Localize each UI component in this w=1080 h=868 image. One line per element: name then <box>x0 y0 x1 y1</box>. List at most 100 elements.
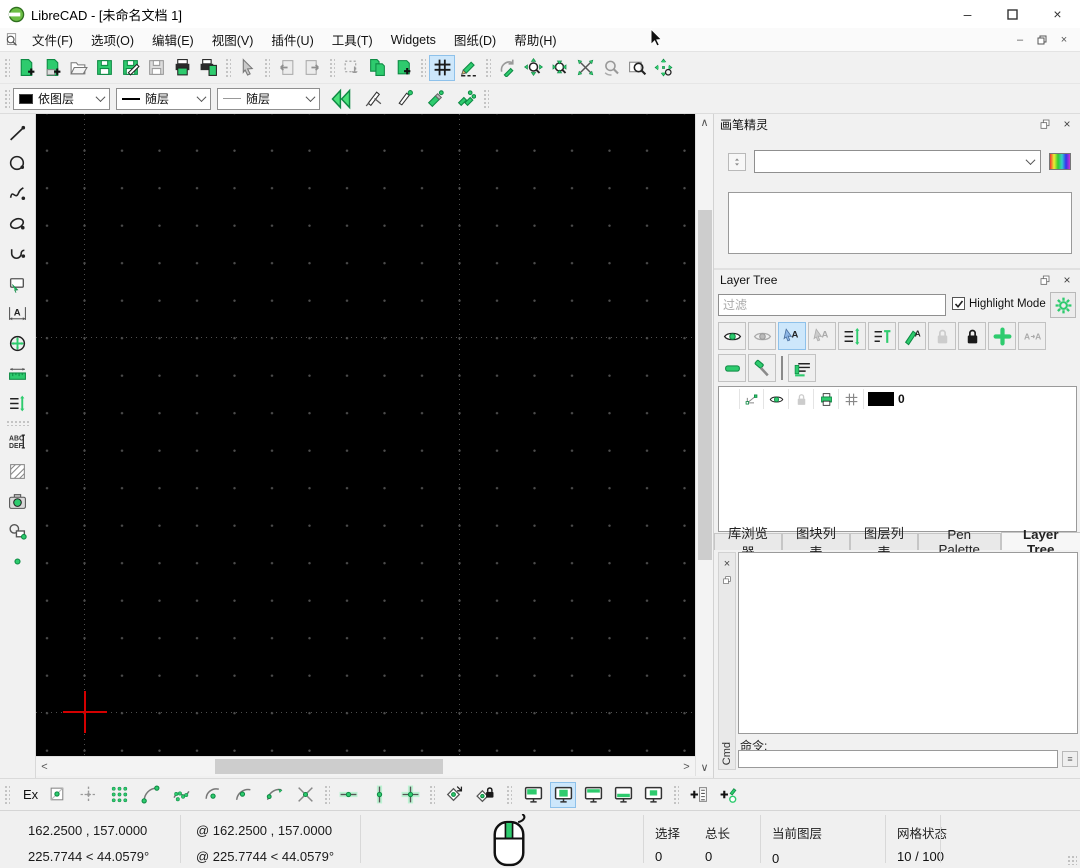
vertical-scrollbar[interactable]: ∧ ∨ <box>695 114 713 776</box>
snap-intersection-button[interactable] <box>292 782 318 808</box>
close-panel-button[interactable]: × <box>1059 273 1075 287</box>
cut-button[interactable] <box>338 55 364 81</box>
pen-color-select[interactable]: 依图层 <box>13 88 110 110</box>
zoom-auto-button[interactable] <box>572 55 598 81</box>
window-close-button[interactable]: × <box>1035 0 1080 28</box>
menu-edit[interactable]: 编辑(E) <box>143 27 203 52</box>
show-all-layers-button[interactable] <box>718 322 746 350</box>
toolbar-handle[interactable] <box>263 57 270 79</box>
drawing-canvas[interactable] <box>36 114 695 756</box>
rename-layer-button[interactable] <box>898 322 926 350</box>
toolbar-handle[interactable] <box>419 57 426 79</box>
new-document-button[interactable] <box>13 55 39 81</box>
toolbar-handle[interactable] <box>224 57 231 79</box>
pen-linewidth-select[interactable]: 随层 <box>217 88 320 110</box>
layer-select-icon[interactable] <box>739 389 764 409</box>
vertical-scroll-thumb[interactable] <box>698 210 712 560</box>
toolbar-handle[interactable] <box>3 88 10 110</box>
scroll-up-button[interactable]: ∧ <box>696 114 713 131</box>
menu-tools[interactable]: 工具(T) <box>323 27 382 52</box>
snap-grid-button[interactable] <box>75 782 101 808</box>
pick-pen-button[interactable] <box>360 86 386 112</box>
float-panel-button[interactable] <box>1037 273 1053 287</box>
toolbar-handle[interactable] <box>482 88 489 110</box>
print-button[interactable] <box>169 55 195 81</box>
toolbar-handle[interactable] <box>3 57 10 79</box>
sort-layers-type-button[interactable] <box>868 322 896 350</box>
tab-block-list[interactable]: 图块列表 <box>782 533 850 550</box>
save-button[interactable] <box>91 55 117 81</box>
tool-order-button[interactable] <box>4 390 30 416</box>
resize-grip[interactable] <box>1067 855 1077 865</box>
toolbar-handle[interactable] <box>505 784 512 806</box>
zoom-in-button[interactable] <box>520 55 546 81</box>
highlight-mode-checkbox[interactable] <box>952 297 965 310</box>
menu-help[interactable]: 帮助(H) <box>505 27 565 52</box>
tool-measure-button[interactable] <box>4 360 30 386</box>
menu-view[interactable]: 视图(V) <box>203 27 263 52</box>
menu-drawings[interactable]: 图纸(D) <box>445 27 505 52</box>
horizontal-scrollbar[interactable]: < > <box>36 756 695 776</box>
pick-pen-color-button[interactable] <box>391 86 417 112</box>
command-input[interactable] <box>738 750 1058 768</box>
restore-pen-button[interactable] <box>326 86 356 112</box>
redo-button[interactable] <box>299 55 325 81</box>
save-as-button[interactable] <box>117 55 143 81</box>
tool-circle-button[interactable] <box>4 150 30 176</box>
layer-lock-toggle[interactable] <box>789 389 814 409</box>
zoom-pan-button[interactable] <box>650 55 676 81</box>
layer-settings-button[interactable] <box>1050 292 1076 318</box>
pen-favorites-list[interactable] <box>728 192 1072 254</box>
open-button[interactable] <box>65 55 91 81</box>
mdi-minimize-button[interactable]: – <box>1010 32 1030 48</box>
flatten-tree-button[interactable] <box>788 354 816 382</box>
snap-distance-button[interactable] <box>261 782 287 808</box>
copy-pen-button[interactable] <box>453 86 479 112</box>
tab-library-browser[interactable]: 库浏览器 <box>714 533 782 550</box>
restrict-vertical-button[interactable] <box>366 782 392 808</box>
lock-relative-zero-button[interactable] <box>471 782 497 808</box>
float-panel-button[interactable] <box>1037 117 1053 131</box>
window-maximize-button[interactable] <box>990 0 1035 28</box>
snap-middle-button[interactable] <box>230 782 256 808</box>
tool-hatch-button[interactable] <box>4 458 30 484</box>
close-panel-button[interactable]: × <box>720 557 734 571</box>
tool-point-button[interactable] <box>4 548 30 574</box>
layer-color-swatch[interactable] <box>868 392 894 406</box>
pen-wizard-combobox[interactable] <box>754 150 1041 173</box>
tool-text-button[interactable] <box>4 428 30 454</box>
zoom-out-button[interactable] <box>546 55 572 81</box>
tool-dimension-button[interactable] <box>4 300 30 326</box>
scroll-left-button[interactable]: < <box>36 758 53 775</box>
dock-widget-floating-button[interactable] <box>640 782 666 808</box>
scroll-right-button[interactable]: > <box>678 758 695 775</box>
sort-layers-button[interactable] <box>838 322 866 350</box>
set-relative-zero-button[interactable] <box>440 782 466 808</box>
layer-construction-toggle[interactable] <box>839 389 864 409</box>
snap-on-grid-button[interactable] <box>106 782 132 808</box>
dock-widget-top-button[interactable] <box>580 782 606 808</box>
tool-modify-button[interactable] <box>4 330 30 356</box>
close-panel-button[interactable]: × <box>1059 117 1075 131</box>
select-pointer-button[interactable] <box>234 55 260 81</box>
apply-pen-button[interactable] <box>422 86 448 112</box>
dock-widget-center-button[interactable] <box>550 782 576 808</box>
scroll-down-button[interactable]: ∨ <box>696 759 713 776</box>
snap-exclusive-button[interactable] <box>44 782 70 808</box>
add-command-widget-button[interactable] <box>685 782 711 808</box>
float-panel-button[interactable] <box>720 573 734 587</box>
mdi-close-button[interactable]: × <box>1054 32 1074 48</box>
horizontal-scroll-thumb[interactable] <box>215 759 443 774</box>
tab-layer-list[interactable]: 图层列表 <box>850 533 918 550</box>
mdi-restore-button[interactable] <box>1032 32 1052 48</box>
tool-image-button[interactable] <box>4 488 30 514</box>
pen-spinner-button[interactable] <box>728 153 746 171</box>
tool-line-button[interactable] <box>4 120 30 146</box>
layer-filter-input[interactable] <box>718 294 946 316</box>
add-pen-widget-button[interactable] <box>715 782 741 808</box>
tool-select-button[interactable] <box>4 270 30 296</box>
print-preview-button[interactable] <box>195 55 221 81</box>
layer-print-toggle[interactable] <box>814 389 839 409</box>
toolbar-handle[interactable] <box>3 784 10 806</box>
snap-endpoints-button[interactable] <box>137 782 163 808</box>
